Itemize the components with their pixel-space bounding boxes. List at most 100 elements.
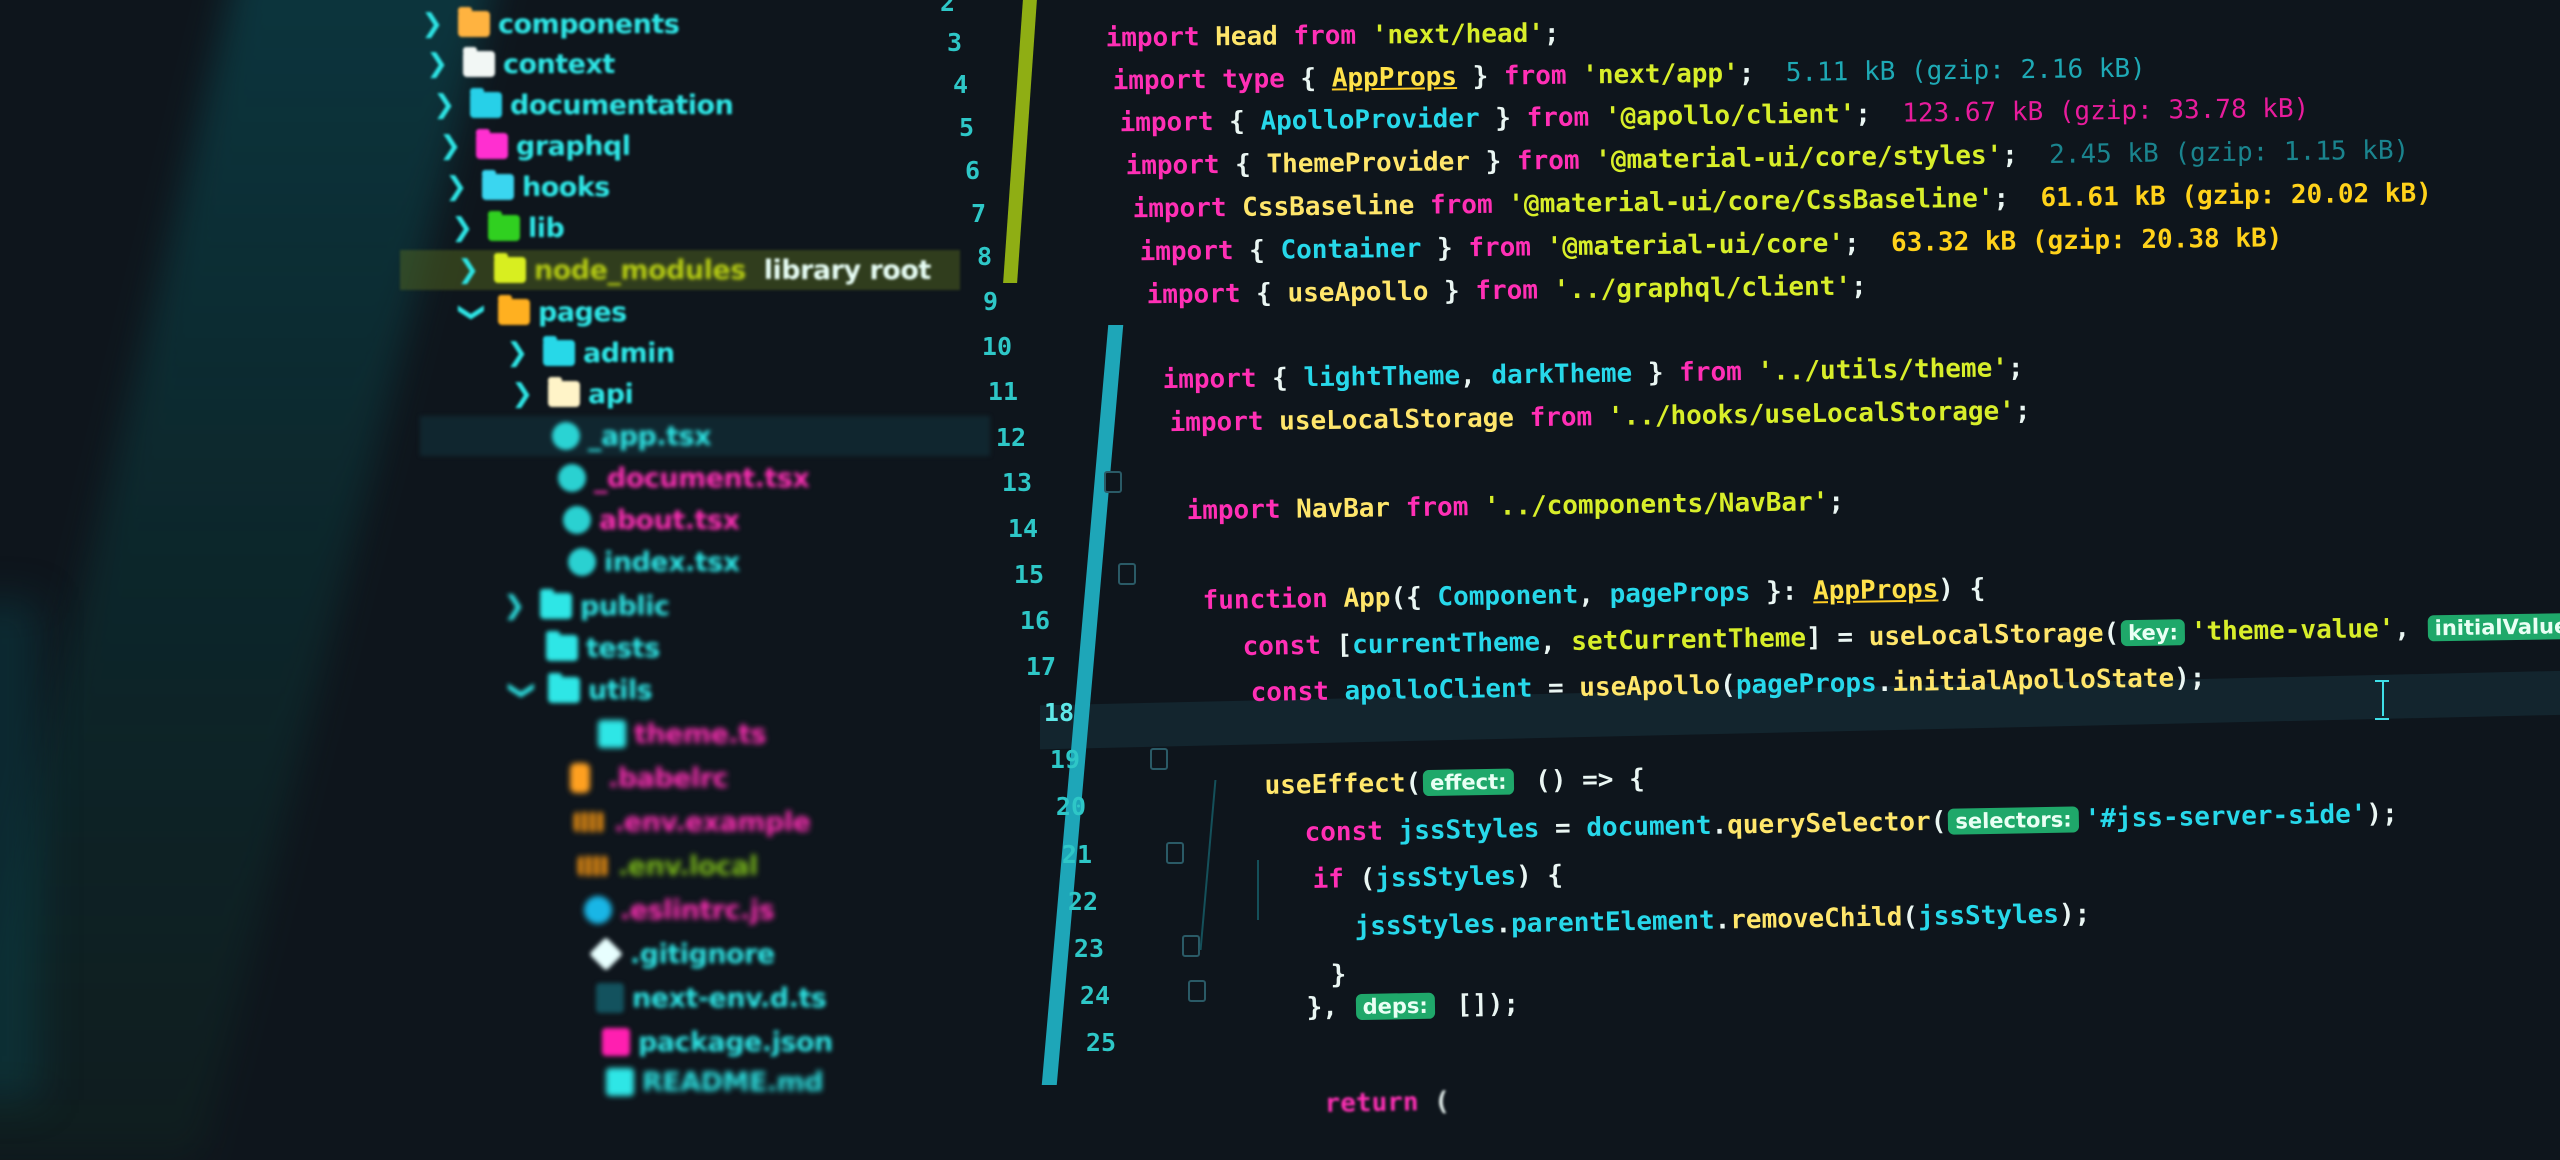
code-token: '#jss-server-side' bbox=[2084, 799, 2367, 835]
chevron-right-icon[interactable]: ❯ bbox=[438, 131, 462, 161]
tree-item-readme[interactable]: README.md bbox=[606, 1062, 824, 1102]
code-token: apolloClient bbox=[1344, 673, 1533, 707]
line-number: 24 bbox=[1079, 981, 1110, 1010]
chevron-down-icon[interactable]: ❯ bbox=[457, 300, 487, 324]
tree-item-context[interactable]: ❯ context bbox=[425, 44, 615, 84]
code-token: useApollo bbox=[1579, 670, 1721, 703]
folder-api-icon bbox=[548, 377, 580, 407]
tree-item-documentation[interactable]: ❯ documentation bbox=[432, 85, 734, 125]
code-line: const apolloClient = useApollo(pageProps… bbox=[1187, 633, 2206, 739]
code-token: '../graphql/client' bbox=[1553, 271, 1852, 306]
tree-item-eslintrc[interactable]: .eslintrc.js bbox=[584, 890, 775, 930]
code-token: return bbox=[1324, 1086, 1435, 1119]
code-token: . bbox=[1711, 810, 1728, 841]
tree-item-lib[interactable]: ❯ lib bbox=[450, 208, 565, 248]
line-number: 15 bbox=[1013, 560, 1044, 589]
fold-marker-icon[interactable] bbox=[1188, 980, 1206, 1002]
tree-item-about-tsx[interactable]: about.tsx bbox=[563, 500, 740, 540]
code-token: parentElement bbox=[1510, 905, 1715, 940]
chevron-right-icon[interactable]: ❯ bbox=[432, 90, 456, 120]
tree-item-node-modules[interactable]: ❯ node_modules library root bbox=[400, 250, 960, 290]
code-token: '../components/NavBar' bbox=[1483, 487, 1829, 522]
chevron-right-icon[interactable]: ❯ bbox=[420, 9, 444, 39]
git-icon bbox=[589, 937, 623, 971]
typescript-def-icon bbox=[596, 983, 624, 1013]
import-size-hint: 63.32 kB (gzip: 20.38 kB) bbox=[1890, 223, 2283, 259]
tree-item-graphql[interactable]: ❯ graphql bbox=[438, 126, 631, 166]
code-token: const bbox=[1250, 676, 1345, 709]
folder-docs-icon bbox=[470, 88, 502, 118]
tree-item-utils[interactable]: ❯ utils bbox=[507, 670, 653, 710]
tree-item-theme-ts[interactable]: theme.ts bbox=[598, 714, 767, 754]
line-number: 8 bbox=[976, 242, 992, 271]
code-token: ( bbox=[1902, 902, 1919, 933]
line-number: 4 bbox=[952, 70, 968, 99]
tree-item-app-tsx[interactable]: _app.tsx bbox=[420, 416, 990, 456]
folder-tests-icon bbox=[546, 631, 578, 661]
folder-pages-icon bbox=[498, 295, 530, 325]
tree-item-api[interactable]: ❯ api bbox=[510, 374, 634, 414]
fold-marker-icon[interactable] bbox=[1166, 842, 1184, 864]
tree-item-env-local[interactable]: .env.local bbox=[578, 846, 758, 886]
param-hint-initial-value: initialValue: bbox=[2427, 612, 2560, 642]
line-number: 3 bbox=[946, 28, 962, 57]
chevron-right-icon[interactable]: ❯ bbox=[510, 379, 534, 409]
code-token: import bbox=[1146, 278, 1257, 311]
tree-item-pages[interactable]: ❯ pages bbox=[457, 292, 627, 332]
code-token: ); bbox=[2366, 798, 2398, 830]
code-token: , bbox=[2394, 613, 2426, 644]
chevron-right-icon[interactable]: ❯ bbox=[444, 172, 468, 202]
tree-item-babelrc[interactable]: .babelrc bbox=[570, 758, 729, 798]
folder-icon bbox=[463, 47, 495, 77]
chevron-right-icon[interactable]: ❯ bbox=[502, 591, 526, 621]
code-token: querySelector bbox=[1726, 806, 1931, 841]
line-number: 11 bbox=[987, 377, 1018, 406]
code-token: . bbox=[1495, 909, 1512, 940]
code-line: jssStyles.parentElement.removeChild(jssS… bbox=[1291, 869, 2091, 973]
tree-item-public[interactable]: ❯ public bbox=[502, 586, 670, 626]
code-line: }, deps: []); bbox=[1243, 959, 1520, 1054]
code-token: ( bbox=[1433, 1086, 1451, 1117]
tree-item-next-env[interactable]: next-env.d.ts bbox=[596, 978, 827, 1018]
npm-icon bbox=[602, 1028, 630, 1056]
tree-item-index-tsx[interactable]: index.tsx bbox=[568, 542, 740, 582]
chevron-right-icon[interactable]: ❯ bbox=[505, 338, 529, 368]
tree-item-package-json[interactable]: package.json bbox=[602, 1022, 833, 1062]
fold-marker-icon[interactable] bbox=[1150, 748, 1168, 770]
code-token: []); bbox=[1440, 989, 1520, 1021]
line-number: 25 bbox=[1085, 1028, 1116, 1057]
eslint-icon bbox=[584, 896, 612, 924]
code-token: '../hooks/useLocalStorage' bbox=[1607, 396, 2016, 433]
chevron-right-icon[interactable]: ❯ bbox=[425, 49, 449, 79]
tree-item-env-example[interactable]: .env.example bbox=[574, 802, 811, 842]
line-number-current: 18 bbox=[1043, 698, 1074, 727]
code-token: initialApolloState bbox=[1892, 663, 2175, 698]
line-number: 9 bbox=[982, 287, 998, 316]
tree-item-hooks[interactable]: ❯ hooks bbox=[444, 167, 610, 207]
code-token: { bbox=[1256, 278, 1288, 309]
tree-item-tests[interactable]: tests bbox=[546, 628, 660, 668]
chevron-right-icon[interactable]: ❯ bbox=[456, 255, 480, 285]
code-token: } bbox=[1428, 276, 1476, 307]
code-token: import bbox=[1169, 406, 1280, 439]
vcs-change-marker[interactable] bbox=[1003, 0, 1037, 283]
line-number: 5 bbox=[958, 113, 974, 142]
tree-item-components[interactable]: ❯ components bbox=[420, 4, 680, 44]
code-token: useApollo bbox=[1287, 276, 1429, 309]
chevron-right-icon[interactable]: ❯ bbox=[450, 213, 474, 243]
code-token: from bbox=[1529, 402, 1609, 434]
line-number: 20 bbox=[1055, 792, 1086, 821]
folder-utils-icon bbox=[548, 673, 580, 703]
chevron-down-icon[interactable]: ❯ bbox=[507, 678, 537, 702]
line-number: 2 bbox=[939, 0, 955, 17]
tree-item-gitignore[interactable]: .gitignore bbox=[589, 934, 775, 974]
react-icon bbox=[558, 464, 586, 492]
fold-marker-icon[interactable] bbox=[1182, 935, 1200, 957]
fold-marker-icon[interactable] bbox=[1104, 471, 1122, 493]
tree-item-document-tsx[interactable]: _document.tsx bbox=[558, 458, 810, 498]
tree-item-admin[interactable]: ❯ admin bbox=[505, 333, 675, 373]
fold-marker-icon[interactable] bbox=[1118, 563, 1136, 585]
markdown-icon bbox=[606, 1068, 634, 1096]
code-token: ; bbox=[1828, 486, 1845, 518]
code-token: from bbox=[1475, 275, 1554, 307]
